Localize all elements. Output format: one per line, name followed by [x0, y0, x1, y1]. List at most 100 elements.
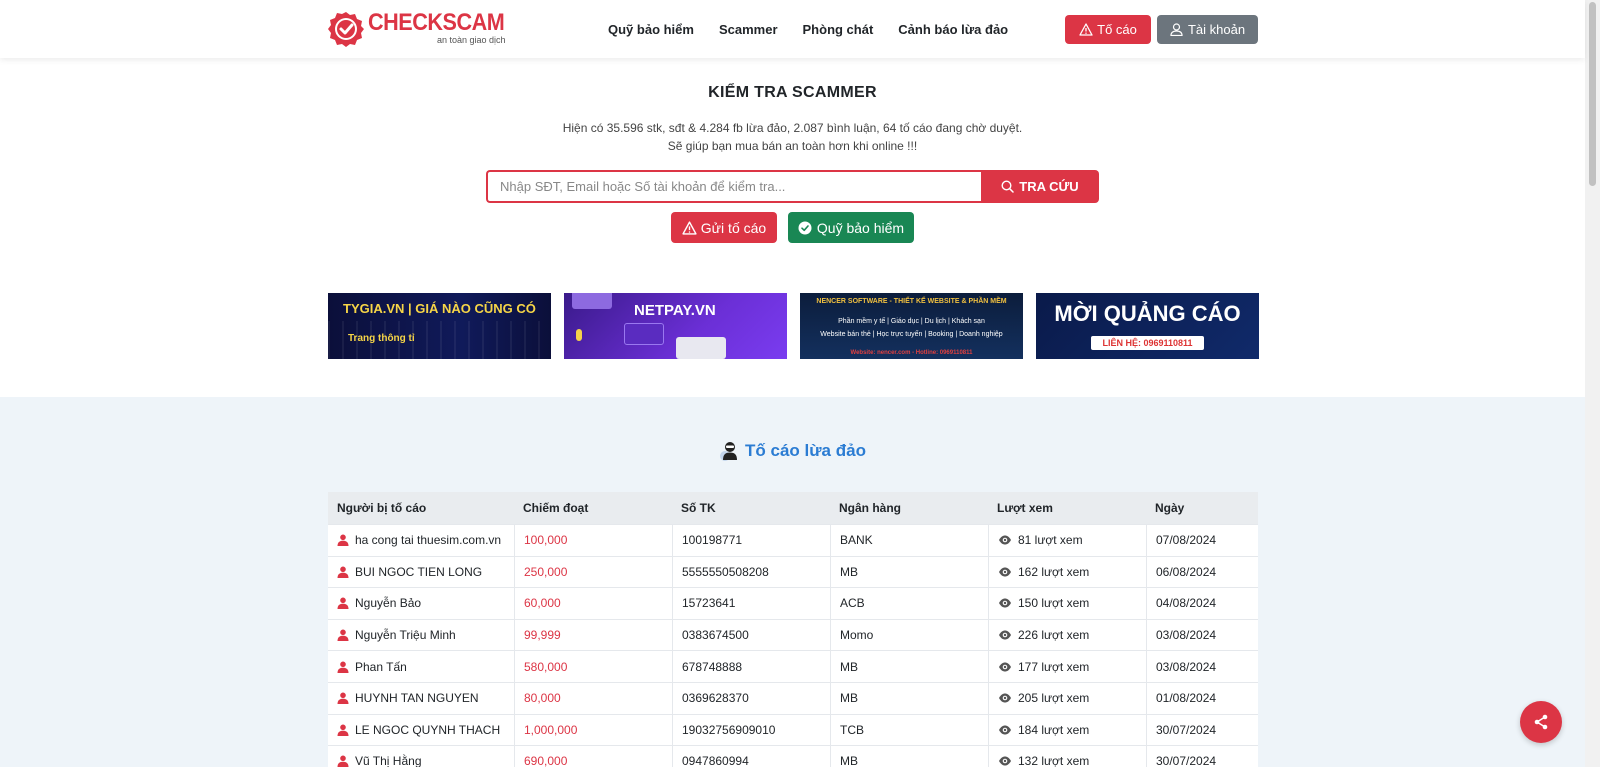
top-header: CHECKSCAM an toàn giao dịch Quỹ bảo hiểm…	[0, 0, 1585, 58]
nav-scammer[interactable]: Scammer	[719, 22, 778, 37]
cell-reported-person[interactable]: Phan Tấn	[328, 651, 514, 682]
hero-title: KIỂM TRA SCAMMER	[708, 84, 877, 101]
table-row[interactable]: Nguyễn Bảo 60,000 15723641 ACB 150 lượt xem 0…	[328, 587, 1258, 619]
table-row[interactable]: Phan Tấn 580,000 678748888 MB 177 lượt xem 03…	[328, 650, 1258, 682]
search-icon	[1001, 180, 1015, 193]
search-input[interactable]	[486, 170, 981, 203]
reports-title-text: Tố cáo lừa đảo	[745, 441, 866, 460]
table-row[interactable]: HUYNH TAN NGUYEN 80,000 0369628370 MB 205 lư…	[328, 681, 1258, 714]
table-body: ha cong tai thuesim.com.vn 100,000 1001987…	[328, 524, 1258, 767]
user-icon	[1170, 23, 1183, 36]
banner-nencer-footer: Website: nencer.com - Hotline: 096911081…	[850, 350, 973, 356]
user-icon	[337, 597, 349, 610]
search-button-label: TRA CỨU	[1019, 179, 1079, 194]
reports-table: Người bị tố cáo Chiếm đoạt Số TK Ngân hà…	[328, 492, 1258, 767]
reported-name: Phan Tấn	[355, 659, 407, 674]
report-button-label: Tố cáo	[1097, 22, 1137, 37]
eye-icon	[999, 630, 1011, 640]
cell-bank: MB	[830, 746, 988, 767]
report-button[interactable]: Tố cáo	[1065, 15, 1151, 44]
cell-reported-person[interactable]: BUI NGOC TIEN LONG	[328, 557, 514, 588]
cell-amount: 580,000	[514, 651, 672, 682]
account-button[interactable]: Tài khoản	[1157, 15, 1258, 44]
banner-nencer-title: NENCER SOFTWARE - THIẾT KẾ WEBSITE & PHẦ…	[816, 298, 1007, 305]
column-header[interactable]: Lượt xem	[988, 492, 1146, 524]
reported-name: Vũ Thị Hằng	[355, 754, 422, 767]
cell-views: 150 lượt xem	[988, 588, 1146, 619]
cell-account-number: 19032756909010	[672, 714, 830, 746]
table-row[interactable]: LE NGOC QUYNH THACH 1,000,000 190327569090…	[328, 713, 1258, 746]
hero-stats-text: Hiện có 35.596 stk, sđt & 4.284 fb lừa đ…	[562, 121, 1023, 135]
share-icon	[1534, 714, 1548, 730]
banner-key-shape	[624, 323, 664, 345]
cell-reported-person[interactable]: Nguyễn Bảo	[328, 588, 514, 619]
search-button[interactable]: TRA CỨU	[981, 170, 1099, 203]
eye-icon	[999, 725, 1011, 735]
cell-bank: Momo	[830, 619, 988, 651]
banner-netpay[interactable]: NETPAY.VN	[564, 293, 787, 359]
table-row[interactable]: Nguyễn Triệu Minh 99,999 0383674500 Momo 226…	[328, 618, 1258, 651]
reported-name: Nguyễn Triệu Minh	[355, 628, 456, 643]
user-icon	[337, 661, 349, 673]
cell-reported-person[interactable]: ha cong tai thuesim.com.vn	[328, 525, 514, 556]
nav-scam-warning[interactable]: Cảnh báo lừa đảo	[898, 22, 1008, 37]
column-header[interactable]: Chiếm đoạt	[514, 492, 672, 524]
cell-date: 06/08/2024	[1146, 556, 1258, 588]
cell-reported-person[interactable]: LE NGOC QUYNH THACH	[328, 715, 514, 746]
column-header[interactable]: Số TK	[672, 492, 830, 524]
banner-key-shape	[676, 337, 726, 359]
insurance-fund-button[interactable]: Quỹ bảo hiểm	[788, 212, 914, 243]
eye-icon	[999, 535, 1011, 545]
banner-tygia[interactable]: TYGIA.VN | GIÁ NÀO CŨNG CÓ Trang thông t…	[328, 293, 551, 359]
nav-insurance-fund[interactable]: Quỹ bảo hiểm	[608, 22, 694, 37]
reported-name: LE NGOC QUYNH THACH	[355, 722, 501, 737]
cell-date: 04/08/2024	[1146, 588, 1258, 619]
insurance-fund-label: Quỹ bảo hiểm	[816, 219, 905, 236]
cell-bank: TCB	[830, 714, 988, 746]
banner-nencer[interactable]: NENCER SOFTWARE - THIẾT KẾ WEBSITE & PHẦ…	[800, 293, 1023, 359]
cell-reported-person[interactable]: HUYNH TAN NGUYEN	[328, 683, 514, 714]
cell-views: 184 lượt xem	[988, 714, 1146, 746]
cell-date: 03/08/2024	[1146, 619, 1258, 651]
cell-date: 30/07/2024	[1146, 746, 1258, 767]
cell-account-number: 5555550508208	[672, 556, 830, 588]
table-header: Người bị tố cáo Chiếm đoạt Số TK Ngân hà…	[328, 492, 1258, 524]
table-row[interactable]: Vũ Thị Hằng 690,000 0947860994 MB 132 lượt x…	[328, 745, 1258, 767]
cell-reported-person[interactable]: Nguyễn Triệu Minh	[328, 620, 514, 651]
user-icon	[337, 566, 349, 578]
cell-date: 30/07/2024	[1146, 714, 1258, 746]
views-count: 150 lượt xem	[1018, 596, 1090, 611]
cell-bank: MB	[830, 556, 988, 588]
main-nav: Quỹ bảo hiểm Scammer Phòng chát Cảnh báo…	[608, 22, 1008, 37]
banner-netpay-title: NETPAY.VN	[634, 302, 716, 319]
reported-name: ha cong tai thuesim.com.vn	[355, 533, 502, 548]
logo-tagline: an toàn giao dịch	[436, 35, 506, 45]
cell-bank: ACB	[830, 588, 988, 619]
cell-reported-person[interactable]: Vũ Thị Hằng	[328, 746, 514, 767]
cell-views: 226 lượt xem	[988, 619, 1146, 651]
cell-account-number: 0369628370	[672, 682, 830, 714]
banner-nencer-line1: Phần mềm y tế | Giáo dục | Du lịch | Khá…	[838, 318, 985, 325]
eye-icon	[999, 598, 1011, 608]
user-icon	[337, 692, 349, 705]
scrollbar-thumb[interactable]	[1589, 2, 1596, 186]
reported-name: HUYNH TAN NGUYEN	[355, 691, 479, 706]
views-count: 81 lượt xem	[1018, 533, 1083, 548]
cell-account-number: 100198771	[672, 525, 830, 556]
column-header[interactable]: Người bị tố cáo	[328, 492, 514, 524]
cell-date: 07/08/2024	[1146, 525, 1258, 556]
site-logo[interactable]: CHECKSCAM an toàn giao dịch	[328, 11, 520, 47]
column-header[interactable]: Ngày	[1146, 492, 1258, 524]
table-row[interactable]: BUI NGOC TIEN LONG 250,000 5555550508208 MB…	[328, 555, 1258, 588]
page-scrollbar[interactable]	[1585, 0, 1600, 767]
send-report-button[interactable]: Gửi tố cáo	[671, 212, 777, 243]
warning-icon	[682, 220, 697, 235]
views-count: 162 lượt xem	[1018, 564, 1090, 579]
eye-icon	[999, 693, 1011, 703]
banner-tygia-subtitle: Trang thông tỉ	[348, 333, 415, 344]
table-row[interactable]: ha cong tai thuesim.com.vn 100,000 1001987…	[328, 524, 1258, 556]
nav-chat-room[interactable]: Phòng chát	[803, 22, 874, 37]
column-header[interactable]: Ngân hàng	[830, 492, 988, 524]
banner-advertise[interactable]: MỜI QUẢNG CÁO LIÊN HỆ: 0969110811	[1036, 293, 1259, 359]
share-button[interactable]	[1520, 701, 1562, 743]
